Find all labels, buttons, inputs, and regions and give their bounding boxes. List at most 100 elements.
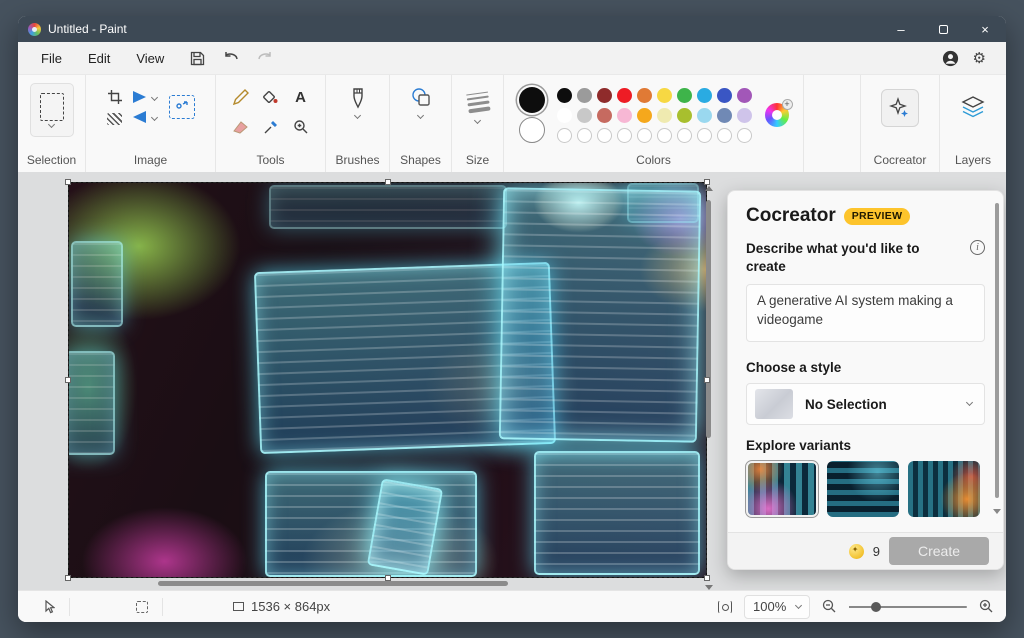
color-swatch[interactable]	[677, 108, 692, 123]
empty-color-slot[interactable]	[697, 128, 712, 143]
selection-tool-button[interactable]	[30, 83, 74, 137]
zoom-in-icon[interactable]	[979, 599, 994, 614]
shapes-button[interactable]	[409, 83, 433, 118]
size-button[interactable]	[467, 83, 489, 123]
account-icon[interactable]	[942, 50, 959, 67]
color-swatch[interactable]	[657, 108, 672, 123]
menu-view[interactable]: View	[123, 46, 177, 71]
ribbon-spacer	[804, 75, 860, 172]
prompt-input[interactable]: A generative AI system making a videogam…	[746, 284, 985, 342]
selection-size-indicator	[122, 601, 162, 613]
minimize-button[interactable]: –	[880, 16, 922, 42]
text-tool-icon[interactable]: A	[295, 89, 306, 106]
menu-file[interactable]: File	[28, 46, 75, 71]
status-bar: 1536 × 864px 100%	[18, 590, 1006, 622]
layers-button[interactable]	[960, 95, 986, 119]
ribbon-group-image: Image	[86, 75, 216, 172]
chevron-down-icon	[966, 399, 973, 406]
color-swatch[interactable]	[577, 88, 592, 103]
flip-icon[interactable]	[133, 111, 157, 123]
eraser-icon[interactable]	[232, 119, 249, 134]
canvas-size-indicator: 1536 × 864px	[219, 599, 344, 614]
empty-color-slot[interactable]	[617, 128, 632, 143]
close-button[interactable]: ×	[964, 16, 1006, 42]
skew-icon[interactable]	[107, 113, 122, 125]
background-color-swatch[interactable]	[519, 117, 545, 143]
maximize-button[interactable]	[922, 16, 964, 42]
style-value: No Selection	[805, 397, 887, 412]
save-icon[interactable]	[183, 50, 211, 67]
color-swatch[interactable]	[597, 88, 612, 103]
chevron-down-icon	[417, 112, 424, 119]
settings-gear-icon[interactable]: ⚙	[973, 49, 986, 67]
ribbon-group-label: Cocreator	[874, 150, 927, 167]
color-swatch[interactable]	[617, 88, 632, 103]
magnifier-icon[interactable]	[293, 119, 309, 135]
ribbon-group-label: Shapes	[400, 150, 441, 167]
color-picker-icon[interactable]	[263, 119, 279, 135]
empty-color-slot[interactable]	[717, 128, 732, 143]
style-label: Choose a style	[746, 360, 985, 375]
color-swatch[interactable]	[697, 108, 712, 123]
ribbon-group-label: Layers	[955, 150, 991, 167]
variant-thumbnail-1[interactable]	[746, 461, 818, 517]
color-swatch[interactable]	[677, 88, 692, 103]
edit-colors-icon[interactable]: +	[765, 103, 789, 127]
color-swatch[interactable]	[697, 88, 712, 103]
chevron-down-icon	[474, 117, 481, 124]
variant-thumbnail-2[interactable]	[827, 461, 899, 517]
ribbon-group-label: Selection	[27, 150, 76, 167]
color-swatch[interactable]	[717, 88, 732, 103]
horizontal-scrollbar[interactable]	[68, 580, 706, 587]
canvas-image	[69, 183, 706, 577]
color-swatch[interactable]	[637, 88, 652, 103]
brushes-button[interactable]	[349, 83, 367, 118]
color-swatch[interactable]	[737, 108, 752, 123]
canvas-area: Cocreator PREVIEW Describe what you'd li…	[18, 172, 1006, 590]
color-swatch[interactable]	[617, 108, 632, 123]
ribbon-group-selection: Selection	[18, 75, 86, 172]
color-swatch[interactable]	[557, 88, 572, 103]
zoom-level-dropdown[interactable]: 100%	[744, 595, 810, 619]
empty-color-slot[interactable]	[557, 128, 572, 143]
empty-color-slot[interactable]	[657, 128, 672, 143]
zoom-slider-thumb[interactable]	[871, 602, 881, 612]
color-swatch[interactable]	[717, 108, 732, 123]
canvas-size-value: 1536 × 864px	[251, 599, 330, 614]
ribbon-group-colors: + Colors	[504, 75, 804, 172]
resize-icon[interactable]	[169, 95, 195, 119]
canvas-selection[interactable]	[68, 182, 707, 578]
panel-scroll-down-arrow[interactable]	[993, 509, 1001, 514]
variant-thumbnail-3[interactable]	[908, 461, 980, 517]
fill-icon[interactable]	[262, 89, 279, 106]
selection-size-icon	[136, 601, 148, 613]
empty-color-slot[interactable]	[597, 128, 612, 143]
empty-color-slot[interactable]	[637, 128, 652, 143]
cocreator-button[interactable]	[881, 89, 919, 127]
crop-icon[interactable]	[107, 89, 123, 105]
empty-color-slot[interactable]	[677, 128, 692, 143]
foreground-color-swatch[interactable]	[519, 87, 545, 113]
empty-color-slot[interactable]	[577, 128, 592, 143]
color-swatch[interactable]	[737, 88, 752, 103]
rotate-icon[interactable]	[133, 91, 157, 103]
color-swatch[interactable]	[597, 108, 612, 123]
credits-coin-icon	[849, 544, 864, 559]
title-bar: Untitled - Paint – ×	[18, 16, 1006, 42]
info-icon[interactable]: i	[970, 240, 985, 255]
color-swatch[interactable]	[637, 108, 652, 123]
pencil-icon[interactable]	[232, 89, 249, 106]
panel-scrollbar[interactable]	[995, 203, 1000, 498]
empty-color-slot[interactable]	[737, 128, 752, 143]
color-swatch[interactable]	[557, 108, 572, 123]
style-dropdown[interactable]: No Selection	[746, 383, 985, 425]
color-swatch[interactable]	[657, 88, 672, 103]
zoom-slider[interactable]	[849, 600, 967, 614]
undo-icon[interactable]	[217, 50, 245, 66]
zoom-out-icon[interactable]	[822, 599, 837, 614]
create-button[interactable]: Create	[889, 537, 989, 565]
menu-edit[interactable]: Edit	[75, 46, 123, 71]
color-swatch[interactable]	[577, 108, 592, 123]
zoom-level-value: 100%	[753, 599, 786, 614]
fit-to-screen-icon[interactable]	[718, 600, 732, 614]
